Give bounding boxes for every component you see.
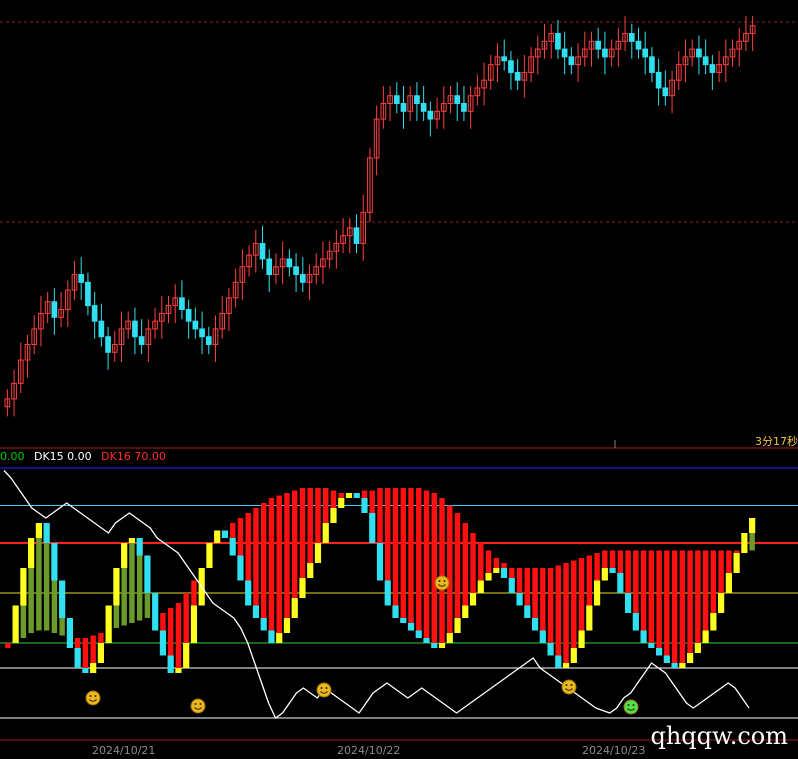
candle-down: [85, 281, 91, 307]
candle-down: [655, 71, 662, 89]
candle-down: [420, 103, 427, 112]
smiley-eye: [632, 704, 635, 706]
candle-down: [299, 274, 306, 283]
candle-down: [138, 336, 145, 345]
indicator-legend: 0.00 DK15 0.00 DK16 70.00: [0, 450, 172, 463]
candle-down: [414, 95, 420, 105]
legend-item-dk16: DK16 70.00: [101, 450, 166, 463]
smiley-eye: [325, 687, 328, 689]
smiley-eye: [443, 580, 446, 582]
legend-item-value: 0.00: [0, 450, 25, 463]
candle-down: [702, 56, 709, 66]
candle-down: [51, 301, 58, 318]
candle-down: [192, 320, 199, 330]
candle-down: [427, 110, 434, 120]
candle-down: [555, 33, 561, 50]
candle-down: [259, 242, 266, 260]
candle-down: [709, 64, 716, 73]
smiley-eye: [199, 703, 202, 705]
candle-down: [78, 274, 85, 283]
candle-down: [266, 258, 273, 276]
smiley-eye: [89, 695, 92, 697]
candle-down: [185, 309, 192, 322]
date-label: 2024/10/23: [582, 744, 646, 757]
smiley-marker: [190, 698, 206, 714]
chart-canvas: [0, 16, 798, 741]
candle-down: [98, 320, 105, 338]
smiley-marker: [316, 682, 332, 698]
candle-down: [602, 48, 608, 58]
smiley-marker: [434, 575, 450, 591]
candle-down: [91, 305, 98, 322]
timeframe-label: 3分17秒: [755, 435, 798, 448]
smiley-eye: [438, 580, 441, 582]
candle-down: [662, 87, 669, 97]
candle-down: [205, 336, 212, 345]
date-label: 2024/10/21: [92, 744, 156, 757]
smiley-eye: [565, 684, 568, 686]
candle-down: [105, 336, 111, 353]
candle-down: [199, 328, 205, 338]
date-label: 2024/10/22: [337, 744, 401, 757]
smiley-marker: [85, 690, 101, 706]
candle-down: [393, 95, 400, 105]
watermark: qhqqw.com: [650, 722, 788, 750]
smiley-eye: [320, 687, 323, 689]
candle-down: [642, 48, 649, 58]
candle-down: [501, 56, 508, 62]
smiley-marker: [623, 699, 639, 715]
candle-down: [696, 48, 702, 58]
candle-down: [454, 95, 461, 105]
candle-down: [132, 320, 138, 338]
smiley-eye: [194, 703, 197, 705]
candle-down: [461, 103, 467, 112]
candle-down: [514, 71, 521, 81]
smiley-eye: [94, 695, 97, 697]
candle-down: [595, 40, 602, 50]
candle-down: [286, 258, 293, 268]
smiley-eye: [570, 684, 573, 686]
candle-down: [635, 40, 642, 50]
candle-down: [508, 60, 514, 73]
candle-down: [628, 33, 635, 42]
candle-down: [649, 56, 655, 73]
candle-down: [400, 103, 407, 112]
legend-item-dk15: DK15 0.00: [34, 450, 92, 463]
candle-down: [561, 48, 568, 58]
smiley-eye: [627, 704, 630, 706]
smiley-marker: [561, 679, 577, 695]
candle-down: [179, 297, 185, 311]
candle-down: [293, 266, 299, 276]
candle-down: [568, 56, 575, 66]
candle-down: [353, 227, 360, 244]
